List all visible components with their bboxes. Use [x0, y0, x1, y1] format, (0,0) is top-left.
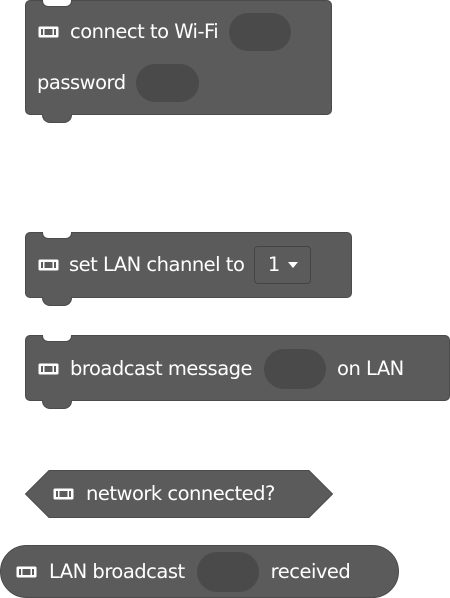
chevron-down-icon [287, 262, 298, 268]
connect-wifi-block[interactable]: connect to Wi-Fi password [25, 0, 332, 123]
broadcast-message-block[interactable]: broadcast message on LAN [25, 335, 450, 409]
password-input-slot[interactable] [135, 64, 199, 102]
block-top-notch [42, 0, 72, 7]
block-bottom-notch [42, 400, 72, 409]
set-lan-channel-block[interactable]: set LAN channel to 1 [25, 232, 352, 306]
network-connected-block[interactable]: network connected? [25, 470, 333, 518]
set-lan-channel-label: set LAN channel to [69, 253, 245, 277]
on-lan-label: on LAN [337, 357, 404, 381]
ssid-input-slot[interactable] [229, 13, 292, 51]
channel-dropdown[interactable]: 1 [254, 246, 312, 284]
connect-wifi-label: connect to Wi-Fi [70, 20, 219, 44]
password-label: password [37, 71, 126, 95]
channel-dropdown-value: 1 [267, 253, 280, 277]
extension-icon [38, 363, 59, 375]
lan-broadcast-received-block[interactable]: LAN broadcast received [0, 545, 399, 598]
received-label: received [270, 560, 351, 584]
extension-icon [38, 259, 59, 271]
lan-broadcast-label: LAN broadcast [49, 560, 185, 584]
block-top-notch [42, 335, 72, 342]
block-top-notch [42, 232, 72, 239]
block-bottom-notch [42, 114, 72, 123]
message-input-slot[interactable] [264, 349, 327, 389]
network-connected-label: network connected? [86, 482, 275, 506]
extension-icon [53, 488, 74, 500]
extension-icon [38, 26, 59, 38]
extension-icon [16, 566, 37, 578]
broadcast-message-label: broadcast message [70, 357, 253, 381]
broadcast-input-slot[interactable] [196, 552, 259, 592]
block-bottom-notch [42, 297, 72, 306]
